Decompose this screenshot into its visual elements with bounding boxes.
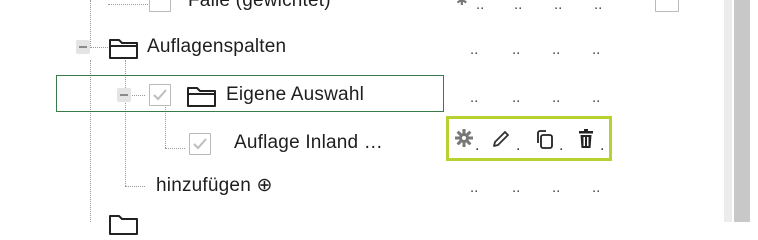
checkbox[interactable] xyxy=(149,84,171,106)
tree-connector xyxy=(125,186,145,187)
separator: . xyxy=(475,137,480,154)
folder-icon xyxy=(108,212,140,236)
separator: . xyxy=(516,137,521,154)
copy-icon[interactable] xyxy=(532,127,554,151)
placeholder-cell: .. xyxy=(592,41,601,58)
placeholder-cell: .. xyxy=(512,41,521,58)
pencil-icon[interactable] xyxy=(490,128,512,152)
collapse-toggle[interactable] xyxy=(117,88,131,102)
placeholder-cell: .. xyxy=(552,41,561,58)
checkbox[interactable] xyxy=(655,0,679,12)
placeholder-cell: .. xyxy=(592,89,601,106)
placeholder-cell: .. xyxy=(470,179,479,196)
separator: . xyxy=(559,137,564,154)
tree-connector xyxy=(165,148,185,149)
placeholder-cell: .. xyxy=(592,179,601,196)
gear-icon[interactable]: ✱ xyxy=(456,0,468,9)
scrollbar-track[interactable] xyxy=(724,0,732,222)
placeholder-cell: .. xyxy=(554,0,563,13)
folder-icon xyxy=(186,84,218,108)
tree-connector xyxy=(108,4,148,5)
tree-connector xyxy=(90,0,91,48)
placeholder-cell: .. xyxy=(514,0,523,13)
tree-item-label[interactable]: Eigene Auswahl xyxy=(226,84,364,106)
collapse-toggle[interactable] xyxy=(76,40,90,54)
placeholder-cell: .. xyxy=(552,89,561,106)
placeholder-cell: .. xyxy=(552,179,561,196)
placeholder-cell: .. xyxy=(470,89,479,106)
tree-item-label[interactable]: Auflagenspalten xyxy=(147,36,286,58)
placeholder-cell: .. xyxy=(512,179,521,196)
placeholder-cell: .. xyxy=(476,0,485,13)
tree-item-label[interactable]: Auflage Inland … xyxy=(234,132,383,154)
trash-icon[interactable] xyxy=(576,128,598,152)
tree-item-label: Fälle (gewichtet) xyxy=(188,0,331,11)
panel-edge xyxy=(750,0,758,222)
tree-connector xyxy=(90,47,108,48)
add-item-link[interactable]: hinzufügen ⊕ xyxy=(156,174,273,197)
scrollbar-thumb[interactable] xyxy=(734,0,750,222)
gear-icon[interactable] xyxy=(454,128,476,152)
placeholder-cell: .. xyxy=(512,89,521,106)
placeholder-cell: .. xyxy=(594,0,603,13)
checkbox[interactable] xyxy=(189,133,211,155)
folder-icon xyxy=(108,36,140,60)
placeholder-cell: .. xyxy=(470,41,479,58)
checkbox[interactable] xyxy=(149,0,171,12)
separator: . xyxy=(600,137,605,154)
